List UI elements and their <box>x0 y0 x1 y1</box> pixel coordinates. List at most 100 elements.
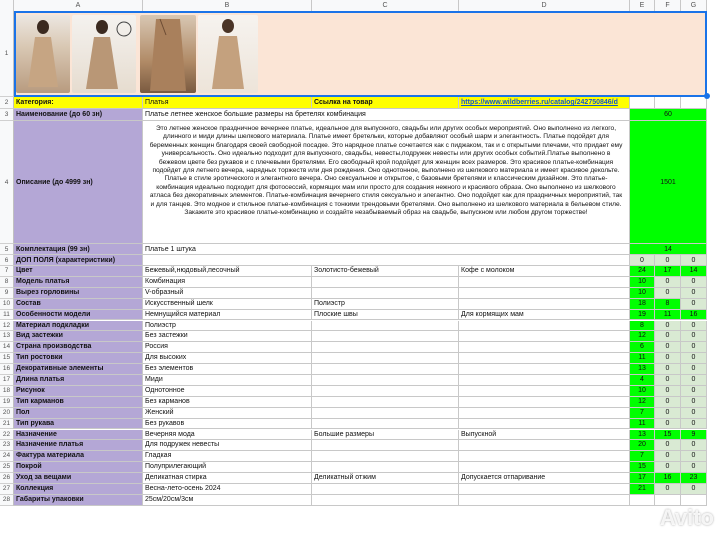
attribute-value-2[interactable] <box>312 484 459 495</box>
char-count-e[interactable]: 7 <box>630 451 655 463</box>
attribute-value-3[interactable] <box>459 396 630 408</box>
char-count-f[interactable]: 0 <box>655 396 681 408</box>
attribute-value-3[interactable] <box>459 276 630 288</box>
column-header-b[interactable]: B <box>143 0 312 11</box>
char-count-e[interactable]: 11 <box>630 418 655 430</box>
attribute-label[interactable]: Вырез горловины <box>14 287 143 299</box>
char-count-g[interactable]: 0 <box>681 396 707 408</box>
attribute-value-2[interactable] <box>312 331 459 343</box>
char-count-e[interactable]: 12 <box>630 331 655 343</box>
attribute-value-1[interactable]: Однотонное <box>143 385 312 397</box>
char-count-e[interactable]: 11 <box>630 353 655 365</box>
row-header[interactable]: 11 <box>0 309 14 321</box>
char-count-f[interactable]: 0 <box>655 364 681 375</box>
char-count-e[interactable]: 21 <box>630 484 655 495</box>
char-count-e[interactable]: 7 <box>630 407 655 419</box>
attribute-label[interactable]: Страна производства <box>14 342 143 354</box>
row-header[interactable]: 14 <box>0 342 14 354</box>
attribute-value-2[interactable] <box>312 276 459 288</box>
attribute-value-1[interactable]: Без элементов <box>143 364 312 375</box>
attribute-value-1[interactable]: Для подружек невесты <box>143 440 312 452</box>
attribute-label[interactable]: Пол <box>14 407 143 419</box>
row-header[interactable]: 27 <box>0 484 14 495</box>
attribute-value-1[interactable]: Деликатная стирка <box>143 473 312 484</box>
attribute-value-2[interactable] <box>312 320 459 332</box>
product-photo-2[interactable] <box>72 15 136 93</box>
attribute-value-3[interactable] <box>459 364 630 375</box>
attribute-label[interactable]: Длина платья <box>14 375 143 386</box>
attribute-value-2[interactable] <box>312 364 459 375</box>
title-count[interactable]: 60 <box>630 109 707 121</box>
char-count-f[interactable]: 0 <box>655 342 681 354</box>
attribute-label[interactable]: Материал подкладки <box>14 320 143 332</box>
attribute-value-3[interactable] <box>459 342 630 354</box>
description-value[interactable]: Это летнее женское праздничное вечернее … <box>143 121 630 244</box>
attribute-value-1[interactable]: Вечерняя мода <box>143 429 312 441</box>
char-count-f[interactable]: 0 <box>655 462 681 474</box>
row-header[interactable]: 16 <box>0 364 14 375</box>
attribute-value-3[interactable] <box>459 462 630 474</box>
char-count-e[interactable] <box>630 494 655 506</box>
char-count-f[interactable]: 0 <box>655 407 681 419</box>
selection-fill-handle[interactable] <box>704 93 710 99</box>
row-header-3[interactable]: 3 <box>0 109 14 121</box>
char-count-g[interactable]: 0 <box>681 353 707 365</box>
attribute-value-2[interactable] <box>312 407 459 419</box>
char-count-g[interactable]: 0 <box>681 484 707 495</box>
row-header[interactable]: 10 <box>0 298 14 310</box>
char-count-e[interactable]: 13 <box>630 364 655 375</box>
attribute-value-2[interactable]: Деликатный отжим <box>312 473 459 484</box>
attribute-value-2[interactable]: Большие размеры <box>312 429 459 441</box>
attribute-label[interactable]: Покрой <box>14 462 143 474</box>
row-header[interactable]: 25 <box>0 462 14 474</box>
char-count-f[interactable]: 0 <box>655 276 681 288</box>
attribute-label[interactable]: Назначение <box>14 429 143 441</box>
char-count-f[interactable]: 0 <box>655 287 681 299</box>
char-count-e[interactable]: 10 <box>630 385 655 397</box>
row-header[interactable]: 20 <box>0 407 14 419</box>
category-label[interactable]: Категория: <box>14 97 143 109</box>
char-count-g[interactable]: 0 <box>681 342 707 354</box>
row-header[interactable]: 7 <box>0 266 14 277</box>
product-photo-1[interactable] <box>16 15 70 93</box>
attribute-value-1[interactable]: Женский <box>143 407 312 419</box>
link-label[interactable]: Ссылка на товар <box>312 97 459 109</box>
attribute-value-1[interactable]: Гладкая <box>143 451 312 463</box>
row-header[interactable]: 17 <box>0 375 14 386</box>
attribute-value-3[interactable]: Для кормящих мам <box>459 309 630 321</box>
char-count-g[interactable]: 0 <box>681 298 707 310</box>
attribute-value-1[interactable]: Полуприлегающий <box>143 462 312 474</box>
column-header-e[interactable]: E <box>630 0 655 11</box>
char-count-g[interactable]: 9 <box>681 429 707 441</box>
row-header[interactable]: 12 <box>0 320 14 332</box>
attribute-value-2[interactable] <box>312 396 459 408</box>
attribute-value-1[interactable]: Полиэстр <box>143 320 312 332</box>
char-count-f[interactable]: 0 <box>655 484 681 495</box>
attribute-value-1[interactable]: Комбинация <box>143 276 312 288</box>
category-value[interactable]: Платья <box>143 97 312 109</box>
row-header-4[interactable]: 4 <box>0 121 14 244</box>
char-count-e[interactable]: 20 <box>630 440 655 452</box>
attribute-label[interactable]: Тип ростовки <box>14 353 143 365</box>
char-count-f[interactable]: 0 <box>655 418 681 430</box>
product-photo-3[interactable] <box>140 15 196 93</box>
attribute-value-2[interactable] <box>312 287 459 299</box>
attribute-value-1[interactable]: 25см/20см/3см <box>143 494 312 506</box>
column-header-c[interactable]: C <box>312 0 459 11</box>
kit-label[interactable]: Комплектация (99 зн) <box>14 244 143 255</box>
attribute-value-3[interactable] <box>459 451 630 463</box>
attribute-value-1[interactable]: Искусственный шелк <box>143 298 312 310</box>
attribute-label[interactable]: Особенности модели <box>14 309 143 321</box>
char-count-e[interactable]: 12 <box>630 396 655 408</box>
attribute-label[interactable]: Назначение платья <box>14 440 143 452</box>
attribute-value-3[interactable] <box>459 298 630 310</box>
char-count-f[interactable]: 0 <box>655 320 681 332</box>
attribute-value-3[interactable] <box>459 353 630 365</box>
char-count-g[interactable]: 0 <box>681 364 707 375</box>
char-count-e[interactable]: 15 <box>630 462 655 474</box>
char-count-g[interactable]: 0 <box>681 276 707 288</box>
attribute-value-3[interactable] <box>459 440 630 452</box>
char-count-e[interactable]: 24 <box>630 266 655 277</box>
product-photo-4[interactable] <box>198 15 258 93</box>
attribute-value-1[interactable]: Немнущийся материал <box>143 309 312 321</box>
